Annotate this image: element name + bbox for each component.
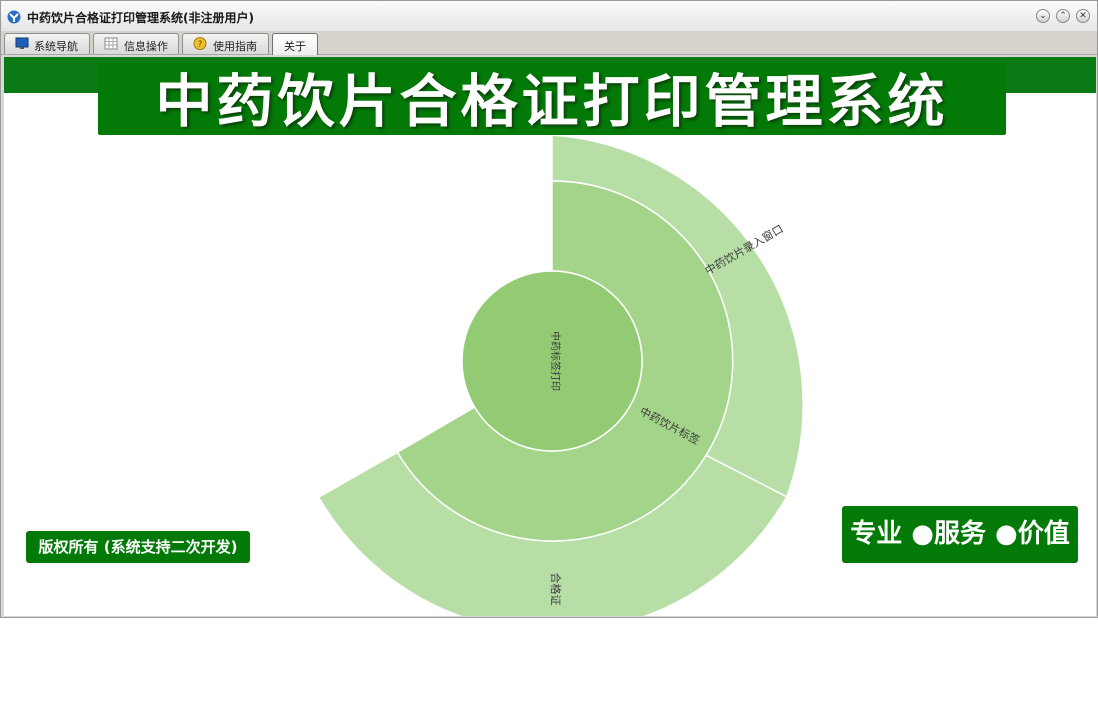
- app-window: 中药饮片合格证打印管理系统(非注册用户) ⌄ ⌃ ✕ 系统导航 信息操作 ? 使…: [0, 0, 1098, 618]
- window-title: 中药饮片合格证打印管理系统(非注册用户): [27, 11, 254, 25]
- tab-label: 系统导航: [34, 40, 78, 53]
- app-logo-icon: [7, 10, 21, 24]
- sunburst-center-label: 中药标签打印: [549, 331, 562, 391]
- monitor-icon: [15, 37, 29, 49]
- slogan-badge: 专业 ●服务 ●价值: [842, 506, 1078, 563]
- sunburst-outer-label-certificate: 合格证: [549, 573, 563, 606]
- svg-text:?: ?: [198, 40, 203, 50]
- title-bar: 中药饮片合格证打印管理系统(非注册用户) ⌄ ⌃ ✕: [1, 1, 1097, 31]
- tab-system-navigation[interactable]: 系统导航: [4, 33, 90, 54]
- tab-label: 关于: [284, 40, 306, 53]
- tab-user-guide[interactable]: ? 使用指南: [182, 33, 269, 54]
- tab-label: 信息操作: [124, 40, 168, 53]
- minimize-button[interactable]: ⌄: [1036, 9, 1050, 23]
- tab-label: 使用指南: [213, 40, 257, 53]
- tab-information-operation[interactable]: 信息操作: [93, 33, 179, 54]
- about-panel: 中药标签打印 中药饮片标签 中药饮片录入窗口 合格证 中药饮片合格证打印管理系统…: [4, 57, 1096, 616]
- guide-icon: ?: [193, 37, 207, 50]
- close-button[interactable]: ✕: [1076, 9, 1090, 23]
- title-banner: 中药饮片合格证打印管理系统: [98, 62, 1006, 135]
- tab-strip: 系统导航 信息操作 ? 使用指南 关于: [1, 31, 1097, 55]
- banner-title: 中药饮片合格证打印管理系统: [155, 69, 949, 135]
- tab-about[interactable]: 关于: [272, 33, 318, 55]
- copyright-badge: 版权所有 (系统支持二次开发): [26, 531, 250, 563]
- grid-icon: [104, 37, 118, 50]
- maximize-button[interactable]: ⌃: [1056, 9, 1070, 23]
